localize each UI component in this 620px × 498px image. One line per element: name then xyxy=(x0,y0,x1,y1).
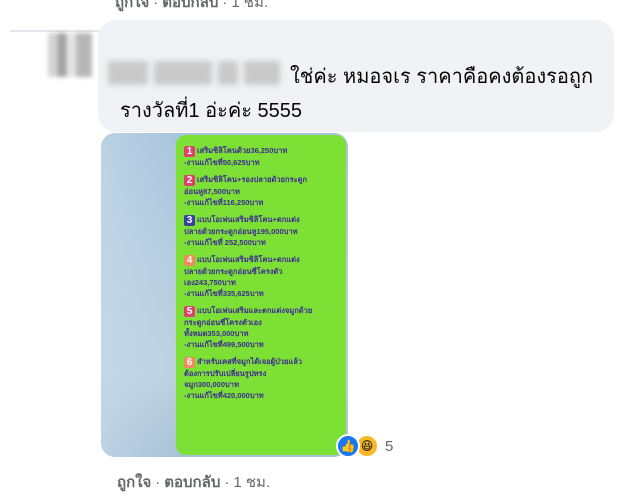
price-list-text: ทั้งหมด353,000บาท xyxy=(184,329,249,338)
price-list-line: 3 แบบโอเพ่นเสริมซิลิโคน+ตกแต่ง xyxy=(184,214,346,226)
price-list-text: เสริมซิลิโคนด้วย36,250บาท xyxy=(197,146,288,155)
price-list-text: เสริมซิลิโคน+รองปลายด้วยกระดูก xyxy=(197,175,307,184)
separator-dot: · xyxy=(153,0,159,11)
avatar[interactable] xyxy=(48,33,92,77)
price-list-text: แบบโอเพ่นเสริมซิลิโคน+ตกแต่ง xyxy=(197,255,300,264)
price-list-line: อ่อนหู87,500บาท xyxy=(184,186,346,197)
price-list-item: 2 เสริมซิลิโคน+รองปลายด้วยกระดูก อ่อนหู87,… xyxy=(184,174,346,208)
price-list-line: -งานแก้ไขที่420,000บาท xyxy=(184,390,346,401)
price-list-item: 4 แบบโอเพ่นเสริมซิลิโคน+ตกแต่ง ปลายด้วยกระ… xyxy=(184,254,346,299)
price-list-line: ปลายด้วยกระดูกอ่อนซี่โครงตัว xyxy=(184,266,346,277)
price-list-line: -งานแก้ไขที่499,500บาท xyxy=(184,339,346,350)
price-list-text: กระดูกอ่อนซี่โครงตัวเอง xyxy=(184,318,262,327)
price-list-item: 6 สำหรับเคสที่จมูกได้เจอผู้ป่วยแล้ว ต้องกา… xyxy=(184,356,346,401)
price-list-text: -งานแก้ไขที่335,625บาท xyxy=(184,289,264,298)
price-list-item: 1 เสริมซิลิโคนด้วย36,250บาท -งานแก้ไขที่50… xyxy=(184,145,346,168)
like-icon: 👍 xyxy=(336,434,360,458)
comment-timestamp[interactable]: 1 ชม. xyxy=(233,470,270,494)
separator-dot: · xyxy=(155,474,161,491)
reply-link[interactable]: ตอบกลับ xyxy=(164,470,220,494)
price-list-item: 5 แบบโอเพ่นเสริมและตกแต่งจมูกด้วย กระดูกอ่… xyxy=(184,305,346,350)
comment-text-line-2: รางวัลที่1 อ่ะค่ะ 5555 xyxy=(120,100,303,122)
reply-thread-line xyxy=(10,30,110,32)
reaction-count: 5 xyxy=(385,437,394,455)
price-list-text: สำหรับเคสที่จมูกได้เจอผู้ป่วยแล้ว xyxy=(197,357,303,366)
price-list-text: แบบโอเพ่นเสริมและตกแต่งจมูกด้วย xyxy=(197,306,313,315)
price-list-text: -งานแก้ไขที่499,500บาท xyxy=(184,340,264,349)
comment-timestamp[interactable]: 1 ชม. xyxy=(231,0,268,14)
price-list-line: 5 แบบโอเพ่นเสริมและตกแต่งจมูกด้วย xyxy=(184,305,346,317)
price-list-line: ปลายด้วยกระดูกอ่อนหู195,000บาท xyxy=(184,226,346,237)
price-list-line: ทั้งหมด353,000บาท xyxy=(184,328,346,339)
separator-dot: · xyxy=(224,474,230,491)
item-number-badge: 2 xyxy=(184,175,195,186)
price-list-item: 3 แบบโอเพ่นเสริมซิลิโคน+ตกแต่ง ปลายด้วยกระ… xyxy=(184,214,346,248)
item-number-badge: 6 xyxy=(184,357,195,368)
price-list-text: เอง243,750บาท xyxy=(184,278,236,287)
reply-link[interactable]: ตอบกลับ xyxy=(162,0,218,14)
like-link[interactable]: ถูกใจ xyxy=(115,0,149,14)
price-list-line: 2 เสริมซิลิโคน+รองปลายด้วยกระดูก xyxy=(184,174,346,186)
price-list-line: -งานแก้ไขที่335,625บาท xyxy=(184,288,346,299)
price-list-line: 6 สำหรับเคสที่จมูกได้เจอผู้ป่วยแล้ว xyxy=(184,356,346,368)
price-list-text: ปลายด้วยกระดูกอ่อนหู195,000บาท xyxy=(184,227,298,236)
price-list-text: -งานแก้ไขที่ 252,500บาท xyxy=(184,238,266,247)
price-list-line: -งานแก้ไขที่ 252,500บาท xyxy=(184,237,346,248)
price-list-text: อ่อนหู87,500บาท xyxy=(184,187,240,196)
like-link[interactable]: ถูกใจ xyxy=(117,470,151,494)
price-list-line: 4 แบบโอเพ่นเสริมซิลิโคน+ตกแต่ง xyxy=(184,254,346,266)
price-list-text: ต้องการปรับเปลี่ยนรูปทรง xyxy=(184,369,267,378)
item-number-badge: 3 xyxy=(184,215,195,226)
item-number-badge: 1 xyxy=(184,146,195,157)
price-list-text: -งานแก้ไขที่116,250บาท xyxy=(184,198,264,207)
comment-text-line-1: ใช่ค่ะ หมอจเร ราคาคือคงต้องรอถูก xyxy=(290,66,594,88)
price-list-text: ปลายด้วยกระดูกอ่อนซี่โครงตัว xyxy=(184,267,283,276)
item-number-badge: 4 xyxy=(184,255,195,266)
price-list-text: -งานแก้ไขที่50,625บาท xyxy=(184,158,260,167)
price-list-text: จมูก300,000บาท xyxy=(184,380,239,389)
price-list-line: -งานแก้ไขที่50,625บาท xyxy=(184,157,346,168)
price-list-text: แบบโอเพ่นเสริมซิลิโคน+ตกแต่ง xyxy=(197,215,300,224)
item-number-badge: 5 xyxy=(184,306,195,317)
reaction-summary[interactable]: 👍 😆 5 xyxy=(336,432,393,460)
price-list-line: -งานแก้ไขที่116,250บาท xyxy=(184,197,346,208)
price-list-text: -งานแก้ไขที่420,000บาท xyxy=(184,391,264,400)
comment-actions: ถูกใจ · ตอบกลับ · 1 ชม. xyxy=(117,470,270,496)
separator-dot: · xyxy=(222,0,228,11)
image-background xyxy=(101,133,181,457)
comment-text: ใช่ค่ะ หมอจเร ราคาคือคงต้องรอถูก รางวัลท… xyxy=(120,60,605,128)
price-list-line: กระดูกอ่อนซี่โครงตัวเอง xyxy=(184,317,346,328)
price-list-line: จมูก300,000บาท xyxy=(184,379,346,390)
price-list-line: 1 เสริมซิลิโคนด้วย36,250บาท xyxy=(184,145,346,157)
previous-comment-actions: ถูกใจ · ตอบกลับ · 1 ชม. xyxy=(115,0,268,11)
price-list-panel: 1 เสริมซิลิโคนด้วย36,250บาท -งานแก้ไขที่50… xyxy=(176,135,346,455)
comment-image[interactable]: 1 เสริมซิลิโคนด้วย36,250บาท -งานแก้ไขที่50… xyxy=(101,133,348,457)
price-list-line: ต้องการปรับเปลี่ยนรูปทรง xyxy=(184,368,346,379)
price-list-line: เอง243,750บาท xyxy=(184,277,346,288)
